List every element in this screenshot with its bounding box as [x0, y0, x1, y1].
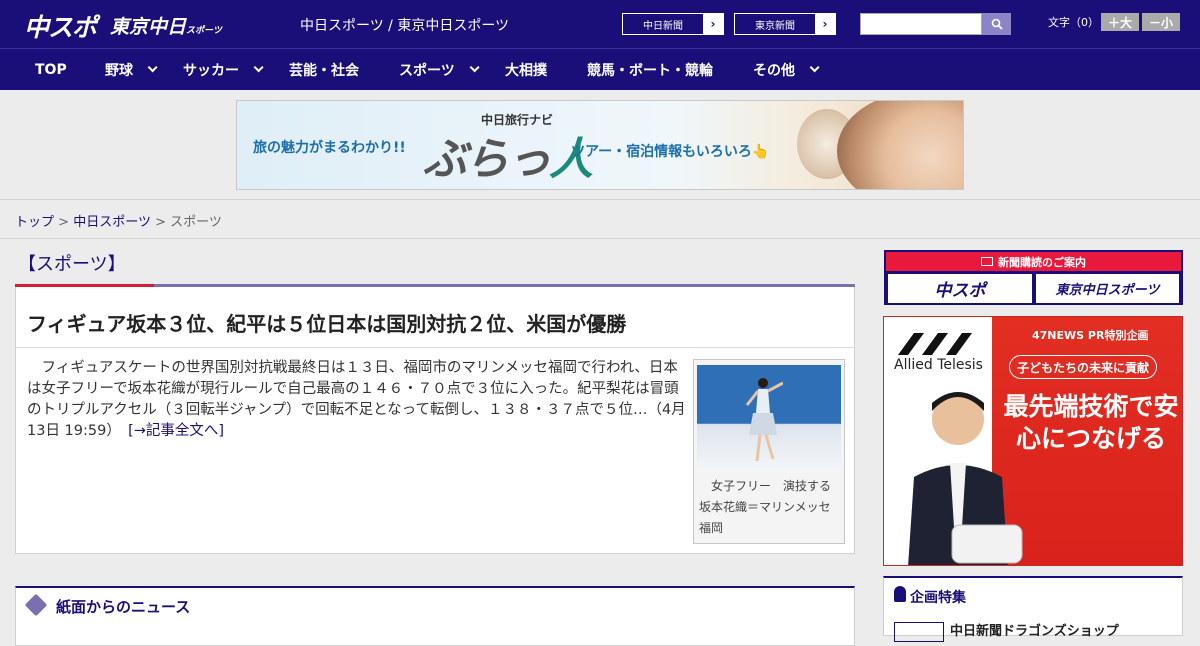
chunichi-shimbun-button[interactable]: 中日新聞 ›	[622, 13, 724, 35]
subscription-header-label: 新聞購読のご案内	[998, 255, 1086, 269]
banner-left-text: 旅の魅力がまるわかり!!	[253, 140, 406, 156]
nav-item-label: 野球	[105, 62, 133, 79]
read-more-link[interactable]: [→記事全文へ]	[128, 423, 224, 439]
section-title: 【スポーツ】	[18, 254, 126, 275]
ad-person-image	[908, 392, 1023, 565]
travel-banner-ad[interactable]: 旅の魅力がまるわかり!! 中日旅行ナビ ぶらっ人 ツアー・宿泊情報もいろいろ👆	[236, 100, 964, 190]
tokyo-chunichi-logo-text: 東京中日	[110, 16, 187, 38]
skater-figure	[745, 378, 783, 462]
subscribe-tokyo-chunichi-button[interactable]: 東京中日スポーツ	[1036, 274, 1179, 303]
nav-item-label: 芸能・社会	[289, 62, 359, 79]
banner-area: 旅の魅力がまるわかり!! 中日旅行ナビ ぶらっ人 ツアー・宿泊情報もいろいろ👆	[0, 90, 1200, 200]
feature-title: 企画特集	[910, 590, 966, 606]
article-card: フィギュア坂本３位、紀平は５位日本は国別対抗２位、米国が優勝 フィギュアスケート…	[15, 284, 855, 554]
paper-news-section: 紙面からのニュース	[15, 586, 855, 646]
article-photo-box: 女子フリー 演技する坂本花織＝マリンメッセ福岡	[693, 359, 845, 544]
chevron-down-icon	[809, 62, 820, 73]
nav-item-racing[interactable]: 競馬・ボート・競輪	[587, 49, 713, 91]
nav-item-label: その他	[753, 62, 795, 79]
breadcrumb-separator: >	[58, 215, 70, 230]
subscription-box: 新聞購読のご案内 中スポ 東京中日スポーツ	[884, 250, 1183, 305]
ad-header: 47NEWS PR特別企画	[1032, 329, 1149, 342]
search-form	[860, 13, 1011, 35]
ad-brand-name: Allied Telesis	[894, 357, 983, 373]
tokyo-shimbun-button[interactable]: 東京新聞 ›	[734, 13, 836, 35]
chevron-right-icon: ›	[703, 14, 723, 34]
subscription-header: 新聞購読のご案内	[886, 252, 1181, 271]
nav-item-other[interactable]: その他	[753, 49, 820, 91]
chevron-down-icon	[147, 62, 158, 73]
article-photo[interactable]	[697, 365, 841, 471]
main-nav: TOP 野球 サッカー 芸能・社会 スポーツ 大相撲 競馬・ボート・競輪 その他	[0, 48, 1200, 90]
breadcrumb-link-chunichi-sports[interactable]: 中日スポーツ	[73, 215, 151, 230]
allied-telesis-ad[interactable]: Allied Telesis 47NEWS PR特別企画 子どもたちの未来に貢献…	[883, 316, 1183, 566]
chunichi-shimbun-label: 中日新聞	[643, 20, 683, 32]
site-title[interactable]: 中日スポーツ / 東京中日スポーツ	[300, 15, 509, 35]
breadcrumb-area: トップ > 中日スポーツ > スポーツ	[0, 200, 1200, 239]
breadcrumb-link-top[interactable]: トップ	[15, 215, 54, 230]
newspaper-icon	[24, 593, 48, 617]
nav-item-top[interactable]: TOP	[35, 49, 67, 91]
feature-thumbnail[interactable]	[894, 622, 944, 642]
article-body-text: フィギュアスケートの世界国別対抗戦最終日は１３日、福岡市のマリンメッセ福岡で行わ…	[27, 360, 686, 439]
nav-item-label: 大相撲	[505, 62, 547, 79]
nav-item-sumo[interactable]: 大相撲	[505, 49, 547, 91]
nav-item-baseball[interactable]: 野球	[105, 49, 158, 91]
nav-item-soccer[interactable]: サッカー	[183, 49, 264, 91]
font-increase-button[interactable]: ＋大	[1101, 13, 1139, 31]
banner-right-text: ツアー・宿泊情報もいろいろ👆	[571, 144, 770, 160]
subscribe-chuspo-button[interactable]: 中スポ	[888, 274, 1032, 303]
top-header: 中スポ 東京中日スポーツ 中日スポーツ / 東京中日スポーツ 中日新聞 › 東京…	[0, 0, 1200, 48]
breadcrumb: トップ > 中日スポーツ > スポーツ	[15, 211, 222, 230]
paper-news-title: 紙面からのニュース	[56, 598, 191, 616]
photo-caption: 女子フリー 演技する坂本花織＝マリンメッセ福岡	[699, 479, 832, 535]
breadcrumb-current: スポーツ	[170, 215, 222, 230]
chevron-right-icon: ›	[815, 14, 835, 34]
buratto-logo-a: ぶらっ	[423, 134, 551, 185]
font-decrease-button[interactable]: －小	[1142, 13, 1180, 31]
woman-photo	[837, 101, 963, 189]
article-title[interactable]: フィギュア坂本３位、紀平は５位日本は国別対抗２位、米国が優勝	[27, 308, 626, 337]
chevron-down-icon	[469, 62, 480, 73]
nav-item-label: サッカー	[183, 62, 239, 79]
chevron-down-icon	[253, 62, 264, 73]
breadcrumb-separator: >	[155, 215, 166, 230]
article-body: フィギュアスケートの世界国別対抗戦最終日は１３日、福岡市のマリンメッセ福岡で行わ…	[27, 358, 687, 442]
divider	[16, 347, 854, 348]
tokyo-chunichi-logo-small: スポーツ	[186, 26, 222, 36]
article-top-bar	[15, 284, 855, 287]
article-top-bar-accent	[15, 284, 154, 287]
tokyo-shimbun-label: 東京新聞	[755, 20, 795, 32]
search-button[interactable]	[982, 13, 1011, 35]
chuspo-logo[interactable]: 中スポ	[24, 8, 97, 44]
nav-item-label: スポーツ	[399, 62, 455, 79]
newspaper-icon	[981, 257, 993, 266]
ad-pill: 子どもたちの未来に貢献	[1009, 355, 1157, 379]
tokyo-chunichi-logo[interactable]: 東京中日スポーツ	[110, 12, 222, 39]
nav-item-label: TOP	[35, 61, 67, 78]
font-size-label: 文字（0）	[1048, 16, 1099, 29]
nav-item-entertainment[interactable]: 芸能・社会	[289, 49, 359, 91]
allied-telesis-logo-icon	[898, 333, 972, 355]
ribbon-icon	[894, 586, 906, 602]
search-input[interactable]	[860, 13, 982, 35]
nav-item-sports[interactable]: スポーツ	[399, 49, 480, 91]
nav-item-label: 競馬・ボート・競輪	[587, 62, 713, 79]
search-icon	[991, 18, 1003, 30]
feature-section: 企画特集 中日新聞ドラゴンズショップ	[883, 576, 1183, 642]
buratto-logo: ぶらっ人	[423, 123, 593, 187]
